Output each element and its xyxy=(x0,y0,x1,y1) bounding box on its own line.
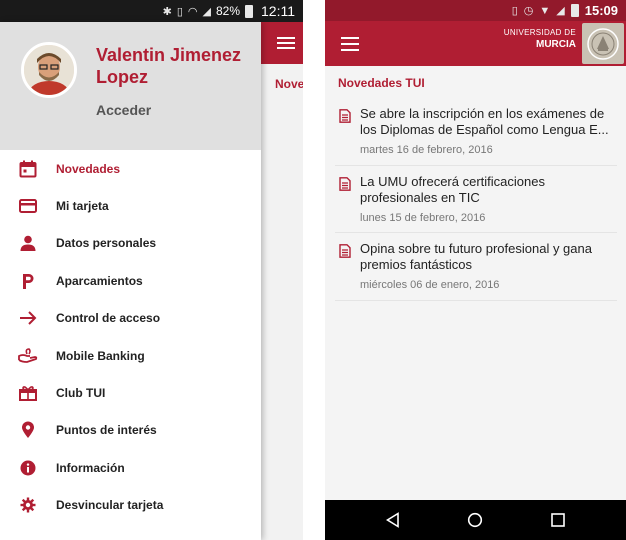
menu-item-mi-tarjeta[interactable]: Mi tarjeta xyxy=(0,187,261,224)
info-icon xyxy=(18,458,38,478)
screenshot-stage: ✱ ▯ ◠ ◢ 82% 12:11 Novedades TUI xyxy=(0,0,626,540)
hamburger-icon[interactable] xyxy=(341,37,359,51)
battery-icon xyxy=(570,4,579,17)
menu-label: Novedades xyxy=(56,161,121,176)
drawer-menu: Novedades Mi tarjeta Datos personales Ap… xyxy=(0,150,261,524)
menu-item-informacion[interactable]: Información xyxy=(0,449,261,486)
battery-percent: 82% xyxy=(215,4,240,18)
news-date: miércoles 06 de enero, 2016 xyxy=(360,279,500,291)
menu-item-puntos-interes[interactable]: Puntos de interés xyxy=(0,412,261,449)
news-title: La UMU ofrecerá certificaciones profesio… xyxy=(360,173,545,205)
credit-card-icon xyxy=(18,196,38,216)
wifi-icon: ▼ xyxy=(539,4,551,17)
back-icon[interactable] xyxy=(385,512,401,528)
news-item[interactable]: La UMU ofrecerá certificaciones profesio… xyxy=(335,166,617,233)
home-icon[interactable] xyxy=(467,512,483,528)
gear-icon xyxy=(18,495,38,515)
news-date: lunes 15 de febrero, 2016 xyxy=(360,211,486,224)
left-phone-screen: ✱ ▯ ◠ ◢ 82% 12:11 Novedades TUI xyxy=(0,0,303,540)
parking-icon xyxy=(18,271,38,291)
calendar-icon xyxy=(18,159,38,179)
vibrate-icon: ▯ xyxy=(511,5,518,17)
news-title: Se abre la inscripción en los exámenes d… xyxy=(360,106,609,137)
news-item[interactable]: Opina sobre tu futuro profesional y gana… xyxy=(335,233,617,301)
right-phone-screen: ▯ ◷ ▼ ◢ 15:09 UNIVERSIDAD DE MURCIA Nove… xyxy=(325,0,626,540)
menu-label: Club TUI xyxy=(56,386,106,401)
bluetooth-icon: ✱ xyxy=(162,5,172,18)
university-logo: UNIVERSIDAD DE MURCIA xyxy=(504,28,576,51)
menu-label: Control de acceso xyxy=(56,311,161,326)
university-crest-icon xyxy=(582,23,624,64)
login-link[interactable]: Acceder xyxy=(96,102,151,118)
navigation-drawer: Valentin Jimenez Lopez Acceder Novedades… xyxy=(0,22,261,540)
user-name: Valentin Jimenez Lopez xyxy=(96,45,242,87)
drawer-header: Valentin Jimenez Lopez Acceder xyxy=(0,22,261,150)
status-bar: ▯ ◷ ▼ ◢ 15:09 xyxy=(325,0,626,21)
status-time: 12:11 xyxy=(261,3,295,19)
news-date: martes 16 de febrero, 2016 xyxy=(360,144,493,156)
menu-label: Aparcamientos xyxy=(56,273,143,288)
wifi-icon: ◠ xyxy=(187,5,198,18)
gift-icon xyxy=(18,383,38,403)
signal-icon: ◢ xyxy=(202,5,211,18)
menu-item-mobile-banking[interactable]: Mobile Banking xyxy=(0,337,261,374)
logo-line-1: UNIVERSIDAD DE xyxy=(503,28,576,37)
app-bar: UNIVERSIDAD DE MURCIA xyxy=(325,21,626,66)
document-icon xyxy=(339,176,351,191)
logo-line-2: MURCIA xyxy=(536,39,576,50)
menu-label: Puntos de interés xyxy=(56,423,157,438)
document-icon xyxy=(339,109,351,123)
news-title: Opina sobre tu futuro profesional y gana… xyxy=(360,241,592,272)
menu-label: Mi tarjeta xyxy=(56,199,109,214)
menu-item-club-tui[interactable]: Club TUI xyxy=(0,374,261,411)
menu-item-control-acceso[interactable]: Control de acceso xyxy=(0,300,261,337)
recents-icon[interactable] xyxy=(550,512,566,528)
menu-item-datos-personales[interactable]: Datos personales xyxy=(0,225,261,262)
news-item[interactable]: Se abre la inscripción en los exámenes d… xyxy=(335,98,617,166)
signal-icon: ◢ xyxy=(556,5,565,17)
menu-label: Mobile Banking xyxy=(56,348,145,363)
background-app-content xyxy=(261,22,303,540)
menu-item-aparcamientos[interactable]: Aparcamientos xyxy=(0,262,261,299)
hand-coin-icon xyxy=(18,346,38,366)
person-icon xyxy=(18,233,38,253)
status-bar: ✱ ▯ ◠ ◢ 82% 12:11 xyxy=(0,0,303,22)
section-title: Novedades TUI xyxy=(338,76,425,90)
avatar[interactable] xyxy=(21,42,77,98)
map-pin-icon xyxy=(18,420,38,440)
alarm-icon: ◷ xyxy=(523,5,534,17)
vibrate-icon: ▯ xyxy=(176,5,183,18)
menu-item-novedades[interactable]: Novedades xyxy=(0,150,261,187)
document-icon xyxy=(339,244,351,258)
status-time: 15:09 xyxy=(584,3,618,18)
arrow-right-icon xyxy=(18,308,38,328)
news-list: Se abre la inscripción en los exámenes d… xyxy=(335,98,617,301)
menu-label: Datos personales xyxy=(56,236,157,251)
menu-label: Desvincular tarjeta xyxy=(56,498,164,513)
system-nav-bar xyxy=(325,500,626,540)
menu-item-desvincular-tarjeta[interactable]: Desvincular tarjeta xyxy=(0,487,261,524)
hamburger-icon[interactable] xyxy=(277,37,295,49)
battery-icon xyxy=(245,4,253,18)
background-section-label: Novedades TUI xyxy=(275,77,303,91)
menu-label: Información xyxy=(56,460,125,475)
